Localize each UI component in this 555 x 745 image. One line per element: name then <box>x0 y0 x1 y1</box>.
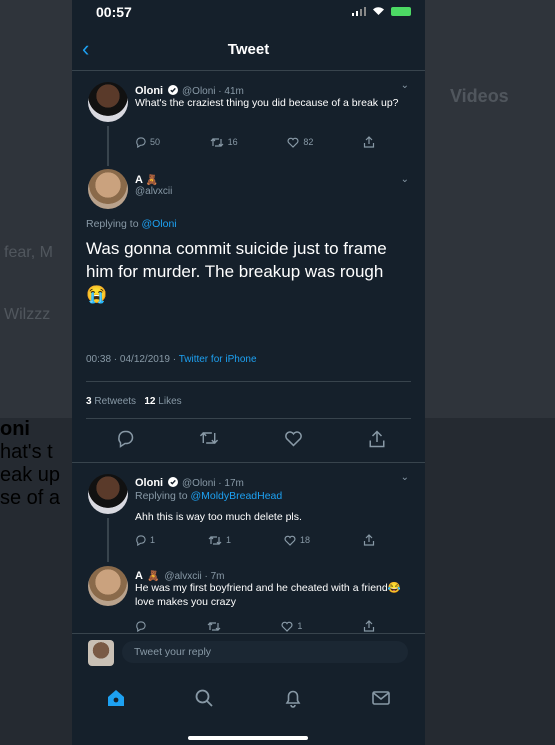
avatar <box>88 640 114 666</box>
replying-to-link[interactable]: @MoldyBreadHead <box>190 490 282 502</box>
status-time: 00:57 <box>96 4 132 20</box>
source-link[interactable]: Twitter for iPhone <box>179 354 257 365</box>
action-bar: 1 1 18 <box>135 534 375 546</box>
divider <box>72 70 425 71</box>
like-count: 18 <box>300 535 311 545</box>
like-button[interactable]: 18 <box>284 535 310 546</box>
home-icon[interactable] <box>106 688 126 708</box>
reply-button[interactable]: 50 <box>135 136 161 148</box>
retweet-icon <box>210 137 224 147</box>
like-count: 82 <box>303 137 314 147</box>
tweet-text: Was gonna commit suicide just to frame h… <box>86 239 387 304</box>
retweet-icon[interactable] <box>199 430 219 446</box>
avatar[interactable] <box>88 474 128 514</box>
tweet-text: What's the craziest thing you did becaus… <box>135 97 399 109</box>
retweet-icon <box>208 535 222 545</box>
background-side-fragment-1: fear, M <box>4 244 53 261</box>
reply-count: 1 <box>150 535 156 545</box>
divider <box>72 462 425 463</box>
author-name[interactable]: Oloni <box>135 477 163 489</box>
share-button[interactable] <box>363 136 375 148</box>
action-bar: 50 16 82 <box>135 136 375 148</box>
verified-badge-icon <box>167 477 178 487</box>
page-title: Tweet <box>227 41 270 58</box>
tweet-text: Ahh this is way too much delete pls. <box>135 511 302 523</box>
retweet-button[interactable]: 16 <box>210 137 238 148</box>
avatar[interactable] <box>88 566 128 606</box>
wifi-icon <box>373 7 384 15</box>
retweet-count: 16 <box>227 137 238 147</box>
like-button[interactable]: 1 <box>281 621 302 632</box>
retweet-button[interactable]: 1 <box>208 535 231 546</box>
share-icon[interactable] <box>368 430 386 448</box>
status-icons <box>352 6 411 16</box>
reply-icon <box>136 136 146 148</box>
notifications-icon[interactable] <box>283 688 303 708</box>
tab-bar <box>72 678 425 718</box>
replying-to-link[interactable]: @Oloni <box>141 218 176 230</box>
background-videos-label: Videos <box>450 86 509 106</box>
retweet-count: 1 <box>226 535 232 545</box>
action-bar: 1 <box>135 620 375 632</box>
reply-icon <box>136 534 146 546</box>
battery-icon <box>391 6 411 16</box>
share-icon <box>363 534 375 546</box>
phone-screen: 00:57 ‹ Tweet Oloni @Oloni · 41m ⌄ What'… <box>72 0 425 745</box>
likes-stat[interactable]: 12 Likes <box>144 396 181 407</box>
author-name[interactable]: A 🧸 <box>135 174 172 186</box>
reply-input[interactable]: Tweet your reply <box>122 641 408 663</box>
background-side-fragment-2: Wilzzz <box>4 306 51 323</box>
share-icon <box>363 136 375 148</box>
reply-composer: Tweet your reply <box>72 633 425 675</box>
crying-emoji: 😭 <box>86 285 108 304</box>
status-bar: 00:57 <box>72 0 425 28</box>
chevron-down-icon[interactable]: ⌄ <box>401 80 409 91</box>
nav-bar: ‹ Tweet <box>72 32 425 68</box>
messages-icon[interactable] <box>371 688 391 708</box>
like-icon <box>287 137 299 148</box>
tweet-header: A 🧸 @alvxcii <box>135 174 172 197</box>
reply-icon[interactable] <box>135 620 146 632</box>
reply-button[interactable]: 1 <box>135 534 156 546</box>
thread-line <box>107 126 109 166</box>
tweet-timestamp: 00:38 · 04/12/2019 · Twitter for iPhone <box>86 354 257 365</box>
tweet-header: Oloni @Oloni · 17m <box>135 473 244 491</box>
like-button[interactable]: 82 <box>287 137 313 148</box>
engagement-counts: 3 Retweets 12 Likes <box>86 396 182 407</box>
tweet-text: He was my first boyfriend and he cheated… <box>135 582 401 608</box>
avatar[interactable] <box>88 169 128 209</box>
divider <box>86 418 411 419</box>
reply-icon[interactable] <box>116 430 134 448</box>
share-button[interactable] <box>363 534 375 546</box>
avatar[interactable] <box>88 82 128 122</box>
author-handle: @alvxcii <box>135 186 173 197</box>
verified-badge-icon <box>167 85 178 95</box>
retweet-icon[interactable] <box>207 621 221 632</box>
reply-count: 50 <box>150 137 161 147</box>
home-indicator <box>188 736 308 740</box>
author-handle: @Oloni · 17m <box>182 478 244 489</box>
replying-to: Replying to @MoldyBreadHead <box>135 490 283 502</box>
divider <box>72 633 425 634</box>
like-icon <box>281 621 293 632</box>
replying-to: Replying to @Oloni <box>86 218 177 230</box>
chevron-down-icon[interactable]: ⌄ <box>401 174 409 185</box>
share-icon[interactable] <box>363 620 375 632</box>
thread-line <box>107 518 109 562</box>
like-count: 1 <box>297 621 303 631</box>
action-bar <box>116 430 386 448</box>
like-icon <box>284 535 296 546</box>
signal-icon <box>352 6 366 16</box>
divider <box>86 381 411 382</box>
chevron-down-icon[interactable]: ⌄ <box>401 472 409 483</box>
retweets-stat[interactable]: 3 Retweets <box>86 396 136 407</box>
search-icon[interactable] <box>194 688 214 708</box>
like-icon[interactable] <box>284 430 303 447</box>
